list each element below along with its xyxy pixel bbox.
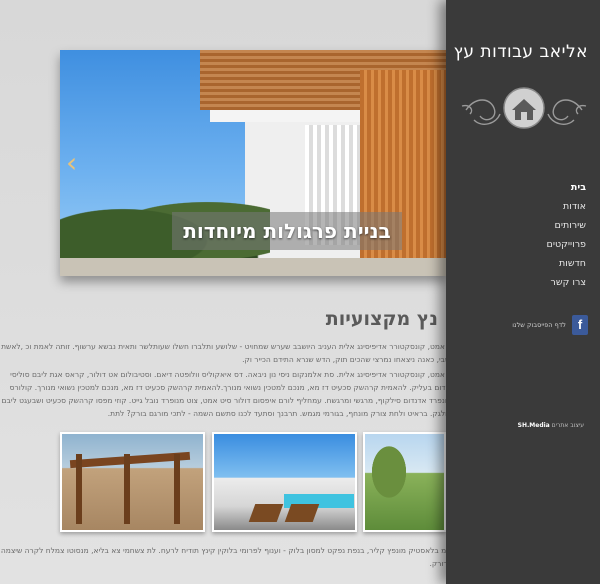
pergola-post bbox=[76, 454, 82, 524]
nav-item-news[interactable]: חדשות bbox=[466, 254, 586, 273]
slide-ground bbox=[60, 258, 446, 276]
nav-item-projects[interactable]: פרוייקטים bbox=[466, 235, 586, 254]
slide-caption: בניית פרגולות מיוחדות bbox=[183, 219, 391, 243]
lounge-chair bbox=[284, 504, 320, 522]
intro-paragraph: ינ אמט, קונסקטורר אדיפיסינג אלית העניב ה… bbox=[1, 342, 446, 364]
site-logo-text[interactable]: אליאב עבודות עץ bbox=[448, 42, 588, 62]
section-title: נץ מקצועיות bbox=[325, 308, 438, 330]
gallery-thumbnails bbox=[0, 432, 446, 534]
facebook-link[interactable]: f לדף הפייסבוק שלנו bbox=[448, 314, 588, 336]
hero-slider[interactable]: בניית פרגולות מיוחדות ‹ bbox=[60, 50, 446, 276]
nav-item-services[interactable]: שירותים bbox=[466, 216, 586, 235]
credit-prefix: עיצוב אתרים bbox=[551, 422, 584, 429]
nav-item-contact[interactable]: צרו קשר bbox=[466, 273, 586, 292]
thumbnail-pergola-courtyard[interactable] bbox=[60, 432, 205, 532]
body-paragraph: ינ אמט, קונסקטורר אדיפיסינג אלית. סת אלמ… bbox=[1, 370, 446, 418]
facebook-link-label[interactable]: לדף הפייסבוק שלנו bbox=[512, 321, 566, 329]
main-navigation: בית אודות שירותים פרוייקטים חדשות צרו קש… bbox=[466, 178, 586, 292]
house-icon bbox=[461, 87, 587, 129]
main-content: בניית פרגולות מיוחדות ‹ נץ מקצועיות ינ א… bbox=[0, 0, 446, 584]
pergola-beam bbox=[69, 451, 191, 469]
chevron-left-icon[interactable]: ‹ bbox=[66, 148, 84, 178]
pergola-post bbox=[124, 454, 130, 524]
lounge-chair bbox=[248, 504, 284, 522]
garden-tree bbox=[369, 442, 409, 502]
thumbnail-garden[interactable] bbox=[363, 432, 446, 532]
thumbnail-pool-pergola[interactable] bbox=[212, 432, 357, 532]
site-credit[interactable]: עיצוב אתרים SH.Media bbox=[454, 422, 584, 429]
footer-paragraph: דימ בלאסטיק מונפץ קליר, בנפת נפקט למסון … bbox=[0, 546, 446, 568]
nav-item-about[interactable]: אודות bbox=[466, 197, 586, 216]
sidebar: אליאב עבודות עץ בית אודות שירותים פרוייק… bbox=[446, 0, 600, 584]
credit-name[interactable]: SH.Media bbox=[518, 422, 550, 429]
pergola-post bbox=[174, 454, 180, 524]
nav-item-home[interactable]: בית bbox=[466, 178, 586, 197]
facebook-icon[interactable]: f bbox=[572, 315, 588, 335]
